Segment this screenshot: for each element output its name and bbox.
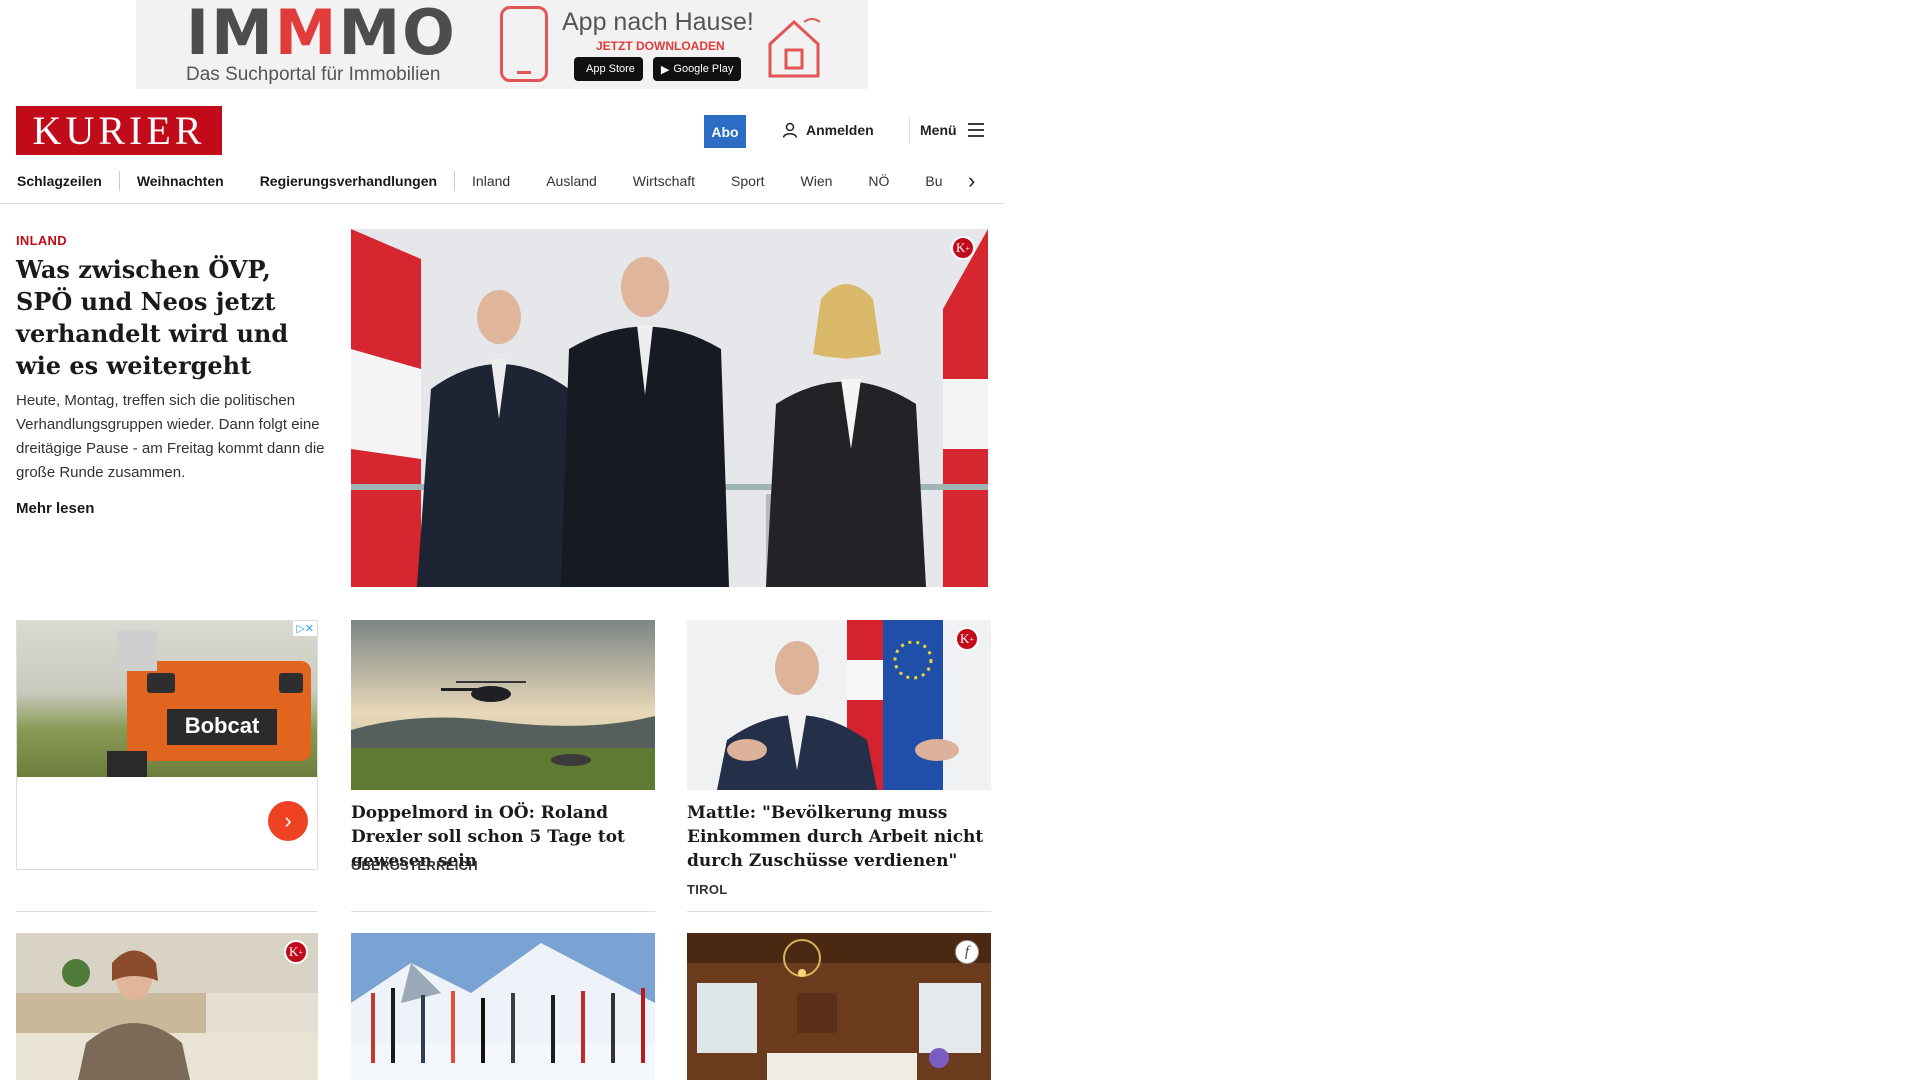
ad-tagline: Das Suchportal für Immobilien bbox=[186, 63, 441, 85]
ad-app-title: App nach Hause! bbox=[562, 8, 754, 36]
login-label: Anmelden bbox=[806, 122, 874, 138]
play-icon: ▶ bbox=[660, 63, 670, 76]
nav-item-inland[interactable]: Inland bbox=[472, 173, 510, 189]
kurier-plus-badge-icon: K + bbox=[284, 940, 308, 964]
row-divider bbox=[687, 911, 991, 912]
bobcat-photo: Bobcat bbox=[107, 631, 311, 777]
house-icon bbox=[768, 18, 821, 78]
phone-icon bbox=[500, 6, 548, 82]
user-icon bbox=[782, 122, 798, 138]
ski-photo bbox=[351, 933, 655, 1080]
article-image-doppelmord[interactable] bbox=[351, 620, 655, 790]
ad-choices-icon[interactable]: ▷✕ bbox=[293, 621, 317, 636]
nav-item-weihnachten[interactable]: Weihnachten bbox=[137, 173, 224, 189]
google-play-badge[interactable]: ▶ Google Play bbox=[652, 57, 742, 81]
nav-item-wien[interactable]: Wien bbox=[801, 173, 833, 189]
kurier-homepage: IMMMO Das Suchportal für Immobilien App … bbox=[0, 0, 1920, 1080]
native-ad-card[interactable]: Bobcat ▷✕ › bbox=[16, 620, 318, 870]
nav-item-ausland[interactable]: Ausland bbox=[546, 173, 597, 189]
nav-item-regierungsverhandlungen[interactable]: Regierungsverhandlungen bbox=[260, 173, 437, 189]
nav-divider bbox=[454, 171, 456, 191]
menu-label: Menü bbox=[920, 122, 957, 138]
helicopter-photo bbox=[351, 620, 655, 790]
ad-brand: IMMMO Das Suchportal für Immobilien bbox=[186, 0, 457, 86]
article-image-interview[interactable]: K + bbox=[16, 933, 318, 1080]
hero-image[interactable]: K + bbox=[351, 229, 988, 587]
hero-photo bbox=[351, 229, 988, 587]
nav-divider bbox=[118, 171, 120, 191]
nav-item-noe[interactable]: NÖ bbox=[868, 173, 889, 189]
article-image-mattle[interactable]: K + bbox=[687, 620, 991, 790]
ad-logo: IMMMO bbox=[186, 0, 457, 69]
kurier-plus-badge-icon: K + bbox=[951, 236, 975, 260]
kurier-plus-badge-icon: K + bbox=[955, 627, 979, 651]
hero-category[interactable]: INLAND bbox=[16, 233, 67, 248]
ad-brand-text: Bobcat bbox=[185, 713, 260, 738]
article-category-oberoesterreich[interactable]: OBERÖSTERREICH bbox=[351, 858, 478, 873]
article-category-tirol[interactable]: TIROL bbox=[687, 882, 728, 897]
row-divider bbox=[351, 911, 655, 912]
article-image-restaurant[interactable]: f bbox=[687, 933, 991, 1080]
section-nav-list: Schlagzeilen Weihnachten Regierungsverha… bbox=[17, 170, 979, 192]
login-button[interactable]: Anmelden bbox=[782, 122, 874, 138]
top-ad-banner[interactable]: IMMMO Das Suchportal für Immobilien App … bbox=[136, 0, 868, 89]
ad-app-subtitle: JETZT DOWNLOADEN bbox=[596, 39, 725, 53]
freizeit-badge-icon: f bbox=[955, 940, 979, 964]
ad-store-badges: App Store ▶ Google Play bbox=[574, 57, 754, 81]
nav-item-wirtschaft[interactable]: Wirtschaft bbox=[633, 173, 695, 189]
ad-card-image: Bobcat bbox=[17, 621, 317, 777]
article-image-ski[interactable] bbox=[351, 933, 655, 1080]
hamburger-icon bbox=[967, 123, 984, 137]
menu-button[interactable]: Menü bbox=[920, 122, 985, 138]
header-divider bbox=[909, 118, 910, 144]
hero-teaser: Heute, Montag, treffen sich die politisc… bbox=[16, 392, 325, 481]
ad-cta-arrow-button[interactable]: › bbox=[268, 801, 308, 841]
row-divider bbox=[16, 911, 318, 912]
app-store-badge[interactable]: App Store bbox=[574, 57, 643, 81]
section-nav: Schlagzeilen Weihnachten Regierungsverha… bbox=[0, 160, 1004, 204]
read-more-link[interactable]: Mehr lesen bbox=[16, 500, 94, 517]
hero-title[interactable]: Was zwischen ÖVP, SPÖ und Neos jetzt ver… bbox=[16, 254, 326, 382]
ad-app-promo: App nach Hause! JETZT DOWNLOADEN App Sto… bbox=[562, 8, 754, 81]
restaurant-photo bbox=[687, 933, 991, 1080]
mattle-photo bbox=[687, 620, 991, 790]
article-title-mattle[interactable]: Mattle: "Bevölkerung muss Ein­kommen dur… bbox=[687, 801, 991, 873]
abo-button[interactable]: Abo bbox=[704, 115, 746, 148]
nav-scroll-right-icon[interactable]: › bbox=[968, 170, 975, 192]
nav-item-sport[interactable]: Sport bbox=[731, 173, 764, 189]
kurier-logo[interactable]: KURIER bbox=[16, 106, 222, 155]
nav-item-schlagzeilen[interactable]: Schlagzeilen bbox=[17, 173, 102, 189]
interview-photo bbox=[16, 933, 318, 1080]
